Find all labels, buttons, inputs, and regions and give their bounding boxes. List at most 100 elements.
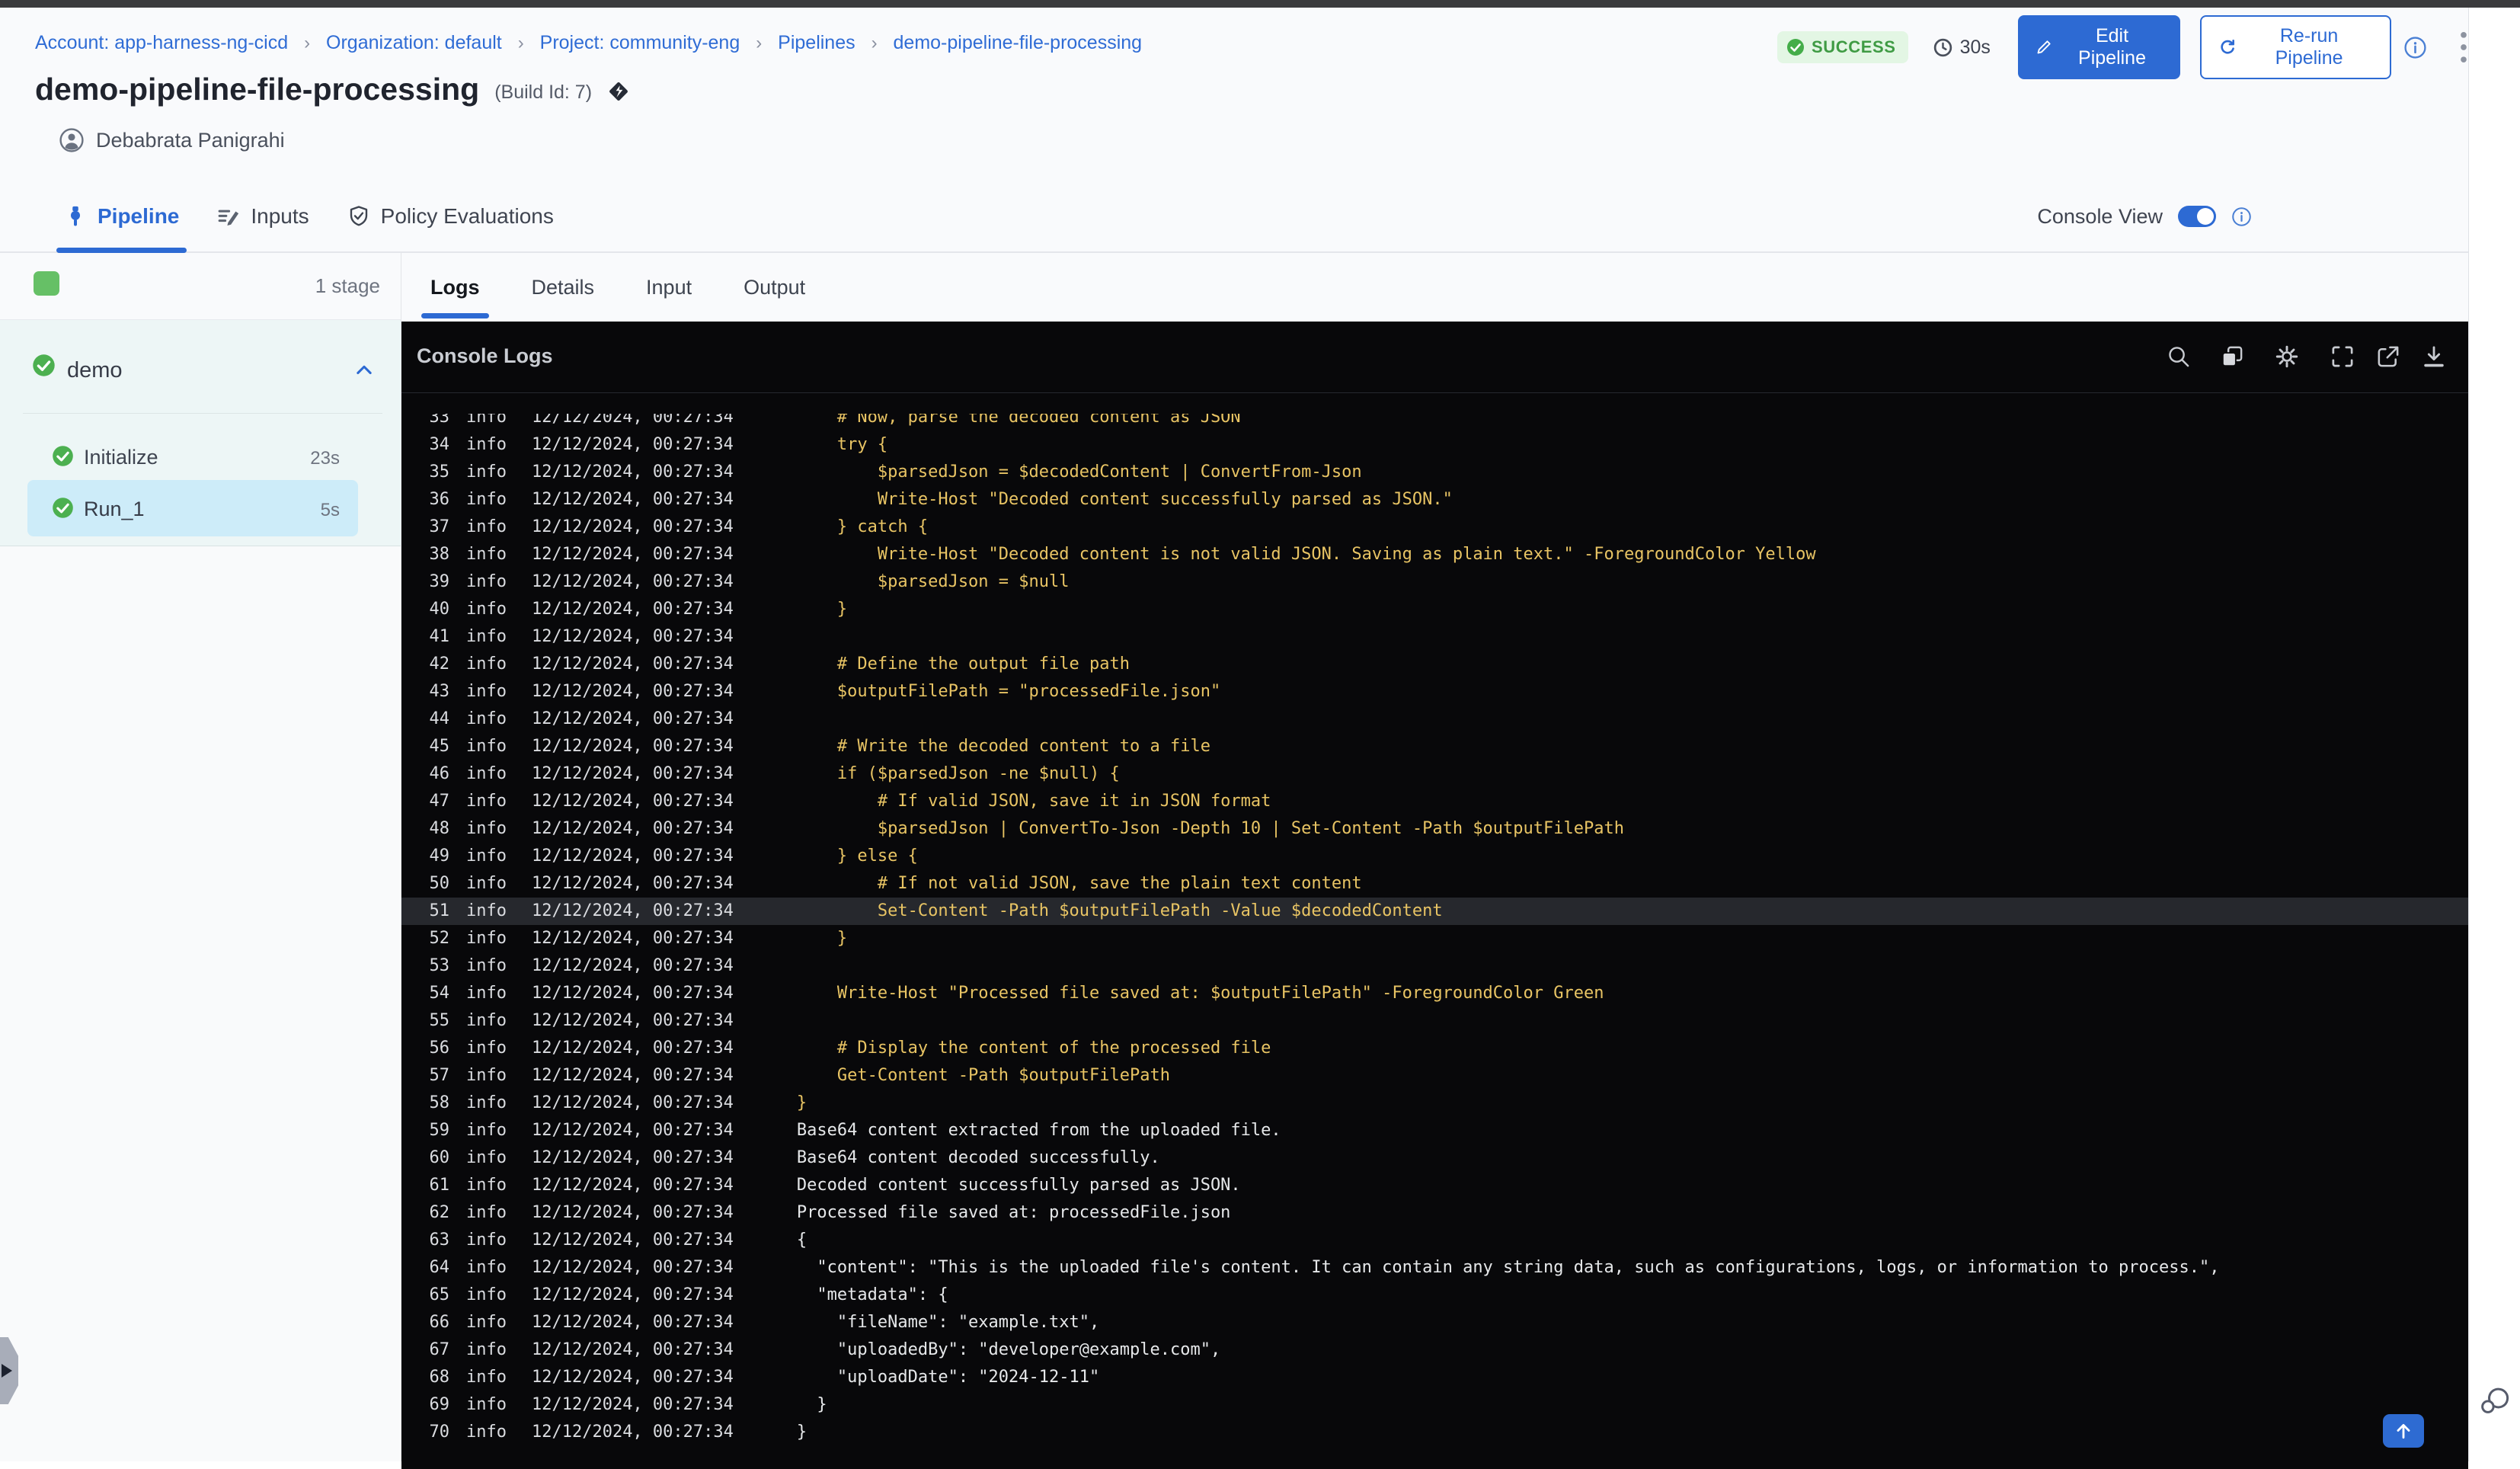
tab-output[interactable]: Output [744,253,805,322]
log-message: } [796,1423,807,1442]
settings-icon[interactable] [2274,344,2300,370]
log-line[interactable]: 43 info 12/12/2024, 00:27:34 $outputFile… [401,678,2468,706]
log-line[interactable]: 62 info 12/12/2024, 00:27:34 Processed f… [401,1199,2468,1227]
log-line[interactable]: 48 info 12/12/2024, 00:27:34 $parsedJson… [401,815,2468,843]
log-line[interactable]: 60 info 12/12/2024, 00:27:34 Base64 cont… [401,1144,2468,1172]
tab-logs[interactable]: Logs [421,253,488,322]
log-line[interactable]: 64 info 12/12/2024, 00:27:34 "content": … [401,1254,2468,1282]
log-timestamp: 12/12/2024, 00:27:34 [531,627,734,646]
clock-icon [1933,37,1953,58]
log-message: # If not valid JSON, save the plain text… [796,874,1362,893]
log-message: if ($parsedJson -ne $null) { [796,764,1120,783]
step-row-initialize[interactable]: Initialize 23s [27,432,358,481]
log-scroll-area[interactable]: 33 info 12/12/2024, 00:27:34 # Now, pars… [401,393,2468,1469]
open-in-new-icon[interactable] [2375,344,2401,370]
tab-details[interactable]: Details [532,253,595,322]
rerun-pipeline-button[interactable]: Re-run Pipeline [2200,15,2391,79]
log-line[interactable]: 69 info 12/12/2024, 00:27:34 } [401,1391,2468,1419]
edit-pipeline-button[interactable]: Edit Pipeline [2017,15,2181,79]
log-line[interactable]: 49 info 12/12/2024, 00:27:34 } else { [401,843,2468,870]
chevron-up-icon[interactable] [353,360,375,381]
more-options-icon[interactable] [2459,30,2468,64]
log-line[interactable]: 70 info 12/12/2024, 00:27:34 } [401,1419,2468,1446]
log-line[interactable]: 45 info 12/12/2024, 00:27:34 # Write the… [401,733,2468,760]
log-line[interactable]: 38 info 12/12/2024, 00:27:34 Write-Host … [401,541,2468,568]
copy-icon[interactable] [2219,344,2245,370]
log-line[interactable]: 67 info 12/12/2024, 00:27:34 "uploadedBy… [401,1336,2468,1364]
log-line[interactable]: 58 info 12/12/2024, 00:27:34 } [401,1090,2468,1117]
success-check-icon [1786,38,1805,56]
log-line[interactable]: 68 info 12/12/2024, 00:27:34 "uploadDate… [401,1364,2468,1391]
breadcrumb-link[interactable]: Project: community-eng [540,32,740,53]
log-line[interactable]: 57 info 12/12/2024, 00:27:34 Get-Content… [401,1062,2468,1090]
log-line[interactable]: 40 info 12/12/2024, 00:27:34 } [401,596,2468,623]
log-timestamp: 12/12/2024, 00:27:34 [531,1121,734,1140]
tab-pipeline[interactable]: Pipeline [56,181,187,253]
log-line[interactable]: 39 info 12/12/2024, 00:27:34 $parsedJson… [401,568,2468,596]
rerun-info-icon[interactable] [2403,36,2427,59]
pipeline-icon [64,205,87,228]
log-line[interactable]: 56 info 12/12/2024, 00:27:34 # Display t… [401,1035,2468,1062]
breadcrumb-link[interactable]: Pipelines [778,32,855,53]
step-row-run-1[interactable]: Run_1 5s [27,480,358,536]
search-icon[interactable] [2166,344,2192,370]
log-timestamp: 12/12/2024, 00:27:34 [531,819,734,838]
log-line[interactable]: 65 info 12/12/2024, 00:27:34 "metadata":… [401,1282,2468,1309]
tab-policy-evaluations[interactable]: Policy Evaluations [347,181,554,251]
status-badge: SUCCESS [1777,31,1908,63]
log-line[interactable]: 36 info 12/12/2024, 00:27:34 Write-Host … [401,486,2468,514]
log-timestamp: 12/12/2024, 00:27:34 [531,545,734,564]
sidebar-expand-handle[interactable] [0,1337,18,1404]
log-line[interactable]: 46 info 12/12/2024, 00:27:34 if ($parsed… [401,760,2468,788]
log-line[interactable]: 44 info 12/12/2024, 00:27:34 [401,706,2468,733]
log-line[interactable]: 50 info 12/12/2024, 00:27:34 # If not va… [401,870,2468,898]
breadcrumb-link[interactable]: Organization: default [326,32,502,53]
download-icon[interactable] [2421,344,2447,370]
breadcrumb-item: Account: app-harness-ng-cicd › [35,32,326,53]
log-line[interactable]: 53 info 12/12/2024, 00:27:34 [401,952,2468,980]
stage-group-header[interactable]: demo [0,347,401,395]
tab-input[interactable]: Input [646,253,692,322]
log-line-number: 70 [429,1423,450,1442]
log-line[interactable]: 61 info 12/12/2024, 00:27:34 Decoded con… [401,1172,2468,1199]
avatar [59,128,84,152]
fullscreen-icon[interactable] [2330,344,2355,370]
log-line[interactable]: 41 info 12/12/2024, 00:27:34 [401,623,2468,651]
log-line[interactable]: 66 info 12/12/2024, 00:27:34 "fileName":… [401,1309,2468,1336]
scroll-to-top-button[interactable] [2383,1414,2424,1448]
log-line[interactable]: 59 info 12/12/2024, 00:27:34 Base64 cont… [401,1117,2468,1144]
log-line-number: 47 [429,792,450,811]
log-line-number: 63 [429,1231,450,1250]
log-message: Base64 content extracted from the upload… [796,1121,1281,1140]
chat-support-icon[interactable] [2478,1384,2512,1417]
console-view-toggle[interactable] [2178,206,2216,227]
log-message: { [796,1231,807,1250]
log-timestamp: 12/12/2024, 00:27:34 [531,1285,734,1304]
log-level: info [466,517,507,536]
breadcrumb-link[interactable]: Account: app-harness-ng-cicd [35,32,288,53]
log-level: info [466,600,507,619]
breadcrumb-link[interactable]: demo-pipeline-file-processing [894,32,1143,53]
console-view-info-icon[interactable] [2231,206,2252,227]
log-line[interactable]: 54 info 12/12/2024, 00:27:34 Write-Host … [401,980,2468,1007]
breadcrumb-separator: › [304,33,311,53]
tab-inputs[interactable]: Inputs [217,181,309,251]
log-line[interactable]: 52 info 12/12/2024, 00:27:34 } [401,925,2468,952]
log-line[interactable]: 35 info 12/12/2024, 00:27:34 $parsedJson… [401,459,2468,486]
log-line[interactable]: 37 info 12/12/2024, 00:27:34 } catch { [401,514,2468,541]
log-line[interactable]: 34 info 12/12/2024, 00:27:34 try { [401,431,2468,459]
log-line[interactable]: 51 info 12/12/2024, 00:27:34 Set-Content… [401,898,2468,925]
log-line[interactable]: 55 info 12/12/2024, 00:27:34 [401,1007,2468,1035]
log-line[interactable]: 63 info 12/12/2024, 00:27:34 { [401,1227,2468,1254]
log-timestamp: 12/12/2024, 00:27:34 [531,600,734,619]
log-level: info [466,1121,507,1140]
log-line-number: 54 [429,984,450,1003]
log-timestamp: 12/12/2024, 00:27:34 [531,792,734,811]
log-timestamp: 12/12/2024, 00:27:34 [531,1203,734,1222]
log-timestamp: 12/12/2024, 00:27:34 [531,847,734,866]
log-line[interactable]: 47 info 12/12/2024, 00:27:34 # If valid … [401,788,2468,815]
log-level: info [466,956,507,975]
log-level: info [466,1423,507,1442]
log-level: info [466,1203,507,1222]
log-line[interactable]: 42 info 12/12/2024, 00:27:34 # Define th… [401,651,2468,678]
